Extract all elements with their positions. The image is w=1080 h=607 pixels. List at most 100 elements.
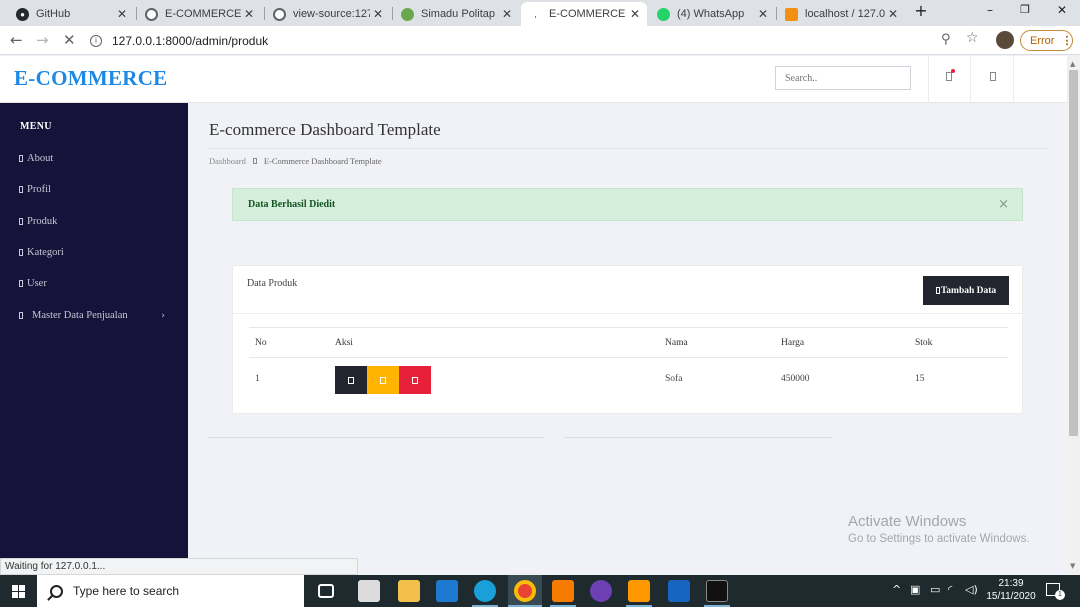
close-icon[interactable]: ✕ bbox=[241, 7, 257, 21]
scroll-down-icon[interactable]: ▼ bbox=[1070, 562, 1075, 570]
brand-logo[interactable]: E-COMMERCE bbox=[14, 66, 168, 91]
chrome-icon[interactable] bbox=[514, 580, 536, 602]
menu-title: MENU bbox=[20, 121, 52, 132]
tab-whatsapp[interactable]: (4) WhatsApp ✕ bbox=[649, 2, 775, 26]
watermark-title: Activate Windows bbox=[848, 513, 967, 530]
battery-icon[interactable]: ▭ bbox=[930, 583, 940, 596]
error-button[interactable]: Error ⋮ bbox=[1020, 30, 1073, 51]
edge-icon[interactable] bbox=[474, 580, 496, 602]
breadcrumb-dashboard[interactable]: Dashboard bbox=[209, 156, 246, 166]
sidebar-item-profil[interactable]: Profil bbox=[19, 184, 169, 195]
detail-button[interactable] bbox=[335, 366, 367, 394]
start-button[interactable] bbox=[0, 575, 37, 607]
close-icon[interactable]: ✕ bbox=[114, 7, 130, 21]
scroll-up-icon[interactable]: ▲ bbox=[1070, 60, 1075, 68]
address-bar: ← → ✕ i 127.0.0.1:8000/admin/produk ⚲ ☆ bbox=[0, 26, 1080, 55]
github-icon: ● bbox=[16, 7, 29, 21]
search-input[interactable] bbox=[775, 66, 911, 90]
terminal-icon[interactable] bbox=[706, 580, 728, 602]
profile-avatar[interactable] bbox=[996, 31, 1014, 49]
watermark-subtitle: Go to Settings to activate Windows. bbox=[848, 533, 1030, 545]
sublime-text-icon[interactable] bbox=[628, 580, 650, 602]
store-icon[interactable] bbox=[358, 580, 380, 602]
bell-icon[interactable] bbox=[946, 72, 952, 81]
clock-time: 21:39 bbox=[998, 578, 1024, 589]
sidebar-item-kategori[interactable]: Kategori bbox=[19, 247, 169, 258]
windows-logo-icon bbox=[12, 584, 25, 598]
success-alert: Data Berhasil Diedit × bbox=[232, 188, 1023, 221]
taskbar-clock[interactable]: 21:39 15/11/2020 bbox=[984, 577, 1038, 603]
restore-icon[interactable]: ❐ bbox=[1015, 3, 1035, 21]
notification-dot bbox=[951, 69, 955, 73]
wifi-icon[interactable]: ◜ bbox=[948, 583, 952, 596]
tray-app-icon[interactable]: ▣ bbox=[910, 583, 920, 596]
scrollbar-thumb[interactable] bbox=[1069, 70, 1078, 436]
loading-icon: ‚ bbox=[534, 8, 537, 20]
breadcrumb-separator-icon bbox=[252, 158, 257, 164]
minimize-icon[interactable]: – bbox=[980, 3, 1000, 21]
sidebar-item-label: Produk bbox=[27, 216, 58, 227]
mail-icon[interactable] bbox=[436, 580, 458, 602]
tab-ecommerce-active[interactable]: ‚ E-COMMERCE VE ✕ bbox=[521, 2, 647, 26]
stop-icon[interactable]: ✕ bbox=[63, 31, 76, 49]
breadcrumb: Dashboard E-Commerce Dashboard Template bbox=[209, 156, 382, 166]
footer-divider bbox=[564, 437, 832, 438]
column-header-no: No bbox=[255, 338, 267, 348]
sidebar-item-about[interactable]: About bbox=[19, 153, 169, 164]
globe-icon bbox=[273, 7, 286, 21]
notification-badge: 1 bbox=[1055, 590, 1065, 600]
info-icon[interactable]: i bbox=[90, 35, 102, 47]
user-icon[interactable] bbox=[990, 72, 996, 81]
tab-title: GitHub bbox=[36, 8, 71, 20]
url-field[interactable]: i 127.0.0.1:8000/admin/produk bbox=[90, 31, 990, 51]
close-icon[interactable]: ✕ bbox=[499, 7, 515, 21]
taskbar-search-box[interactable]: Type here to search bbox=[37, 575, 304, 607]
tab-simadu[interactable]: Simadu Politap ✕ bbox=[393, 2, 519, 26]
globe-icon bbox=[145, 7, 158, 21]
back-icon[interactable]: ← bbox=[10, 31, 23, 49]
taskbar-search-placeholder: Type here to search bbox=[73, 584, 180, 598]
xampp-icon[interactable] bbox=[552, 580, 574, 602]
card-title: Data Produk bbox=[247, 278, 298, 289]
product-card: Data Produk Tambah Data No Aksi Nama Har… bbox=[232, 265, 1023, 414]
column-header-harga: Harga bbox=[781, 338, 805, 348]
sidebar-item-label: Master Data Penjualan bbox=[32, 310, 128, 321]
new-tab-button[interactable]: + bbox=[911, 1, 931, 20]
media-player-icon[interactable] bbox=[668, 580, 690, 602]
zoom-icon[interactable]: ⚲ bbox=[941, 32, 951, 47]
add-data-button[interactable]: Tambah Data bbox=[923, 276, 1009, 305]
sidebar-item-label: Kategori bbox=[27, 247, 64, 258]
edit-button[interactable] bbox=[367, 366, 399, 394]
card-divider bbox=[233, 313, 1022, 314]
close-icon[interactable]: ✕ bbox=[885, 7, 901, 21]
tab-phpmyadmin[interactable]: localhost / 127.0.0 ✕ bbox=[777, 2, 905, 26]
tray-chevron-icon[interactable]: ^ bbox=[892, 583, 901, 596]
kategori-icon bbox=[19, 249, 23, 256]
breadcrumb-current: E-Commerce Dashboard Template bbox=[263, 156, 382, 166]
window-close-icon[interactable]: ✕ bbox=[1052, 3, 1072, 21]
sidebar-item-produk[interactable]: Produk bbox=[19, 216, 169, 227]
sidebar-item-user[interactable]: User bbox=[19, 278, 169, 289]
close-icon[interactable]: ✕ bbox=[755, 7, 771, 21]
file-explorer-icon[interactable] bbox=[398, 580, 420, 602]
error-label: Error bbox=[1030, 34, 1055, 47]
cell-no: 1 bbox=[255, 374, 260, 384]
visual-studio-icon[interactable] bbox=[590, 580, 612, 602]
add-data-label: Tambah Data bbox=[940, 285, 997, 296]
tab-github[interactable]: ● GitHub ✕ bbox=[8, 2, 134, 26]
forward-icon[interactable]: → bbox=[36, 31, 49, 49]
delete-button[interactable] bbox=[399, 366, 431, 394]
bookmark-star-icon[interactable]: ☆ bbox=[966, 30, 979, 46]
table-top-border bbox=[249, 327, 1008, 328]
tab-view-source[interactable]: view-source:127.0 ✕ bbox=[265, 2, 390, 26]
windows-taskbar: Type here to search ^ ▣ ▭ ◜ ◁) 21:39 15/… bbox=[0, 575, 1080, 607]
task-view-icon[interactable] bbox=[318, 584, 334, 598]
sidebar-item-label: About bbox=[27, 153, 54, 164]
tab-ecommerce-1[interactable]: E-COMMERCE VE ✕ bbox=[137, 2, 261, 26]
volume-icon[interactable]: ◁) bbox=[965, 583, 978, 596]
sidebar-item-master-data-penjualan[interactable]: Master Data Penjualan › bbox=[19, 310, 169, 321]
user-icon bbox=[19, 280, 23, 287]
close-icon[interactable]: ✕ bbox=[370, 7, 386, 21]
close-icon[interactable]: × bbox=[998, 197, 1009, 212]
close-icon[interactable]: ✕ bbox=[627, 7, 643, 21]
